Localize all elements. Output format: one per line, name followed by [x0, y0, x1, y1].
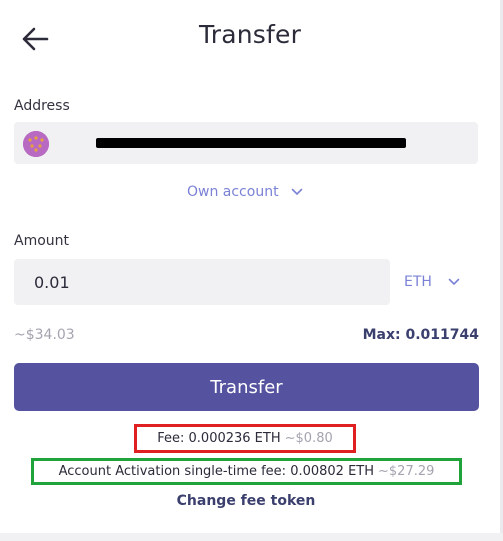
- identicon-avatar-icon: [23, 131, 49, 157]
- address-field[interactable]: [14, 122, 478, 164]
- panel-bottom-edge: [0, 533, 503, 541]
- fee-usd: ~$0.80: [284, 431, 333, 446]
- max-amount-button[interactable]: Max: 0.011744: [363, 327, 479, 343]
- activation-fee-text: Account Activation single-time fee: 0.00…: [58, 464, 375, 479]
- change-fee-token-link[interactable]: Change fee token: [0, 493, 492, 509]
- transfer-button[interactable]: Transfer: [14, 363, 479, 411]
- amount-usd-value: ~$34.03: [14, 327, 75, 343]
- chevron-down-icon: [291, 184, 303, 200]
- fee-highlight-box: Fee: 0.000236 ETH ~$0.80: [134, 424, 356, 453]
- activation-fee-usd: ~$27.29: [378, 464, 435, 479]
- fee-text: Fee: 0.000236 ETH: [157, 431, 281, 446]
- own-account-toggle[interactable]: Own account: [0, 184, 490, 200]
- token-select[interactable]: ETH: [404, 270, 460, 294]
- own-account-label: Own account: [186, 184, 279, 200]
- chevron-down-icon: [448, 274, 460, 290]
- avatar: [23, 131, 49, 157]
- address-label: Address: [14, 98, 70, 114]
- amount-input[interactable]: [14, 259, 390, 305]
- address-redaction: [96, 138, 406, 148]
- amount-label: Amount: [14, 233, 70, 249]
- activation-fee-highlight-box: Account Activation single-time fee: 0.00…: [31, 458, 462, 485]
- page-title: Transfer: [198, 20, 302, 49]
- token-label: ETH: [404, 274, 432, 290]
